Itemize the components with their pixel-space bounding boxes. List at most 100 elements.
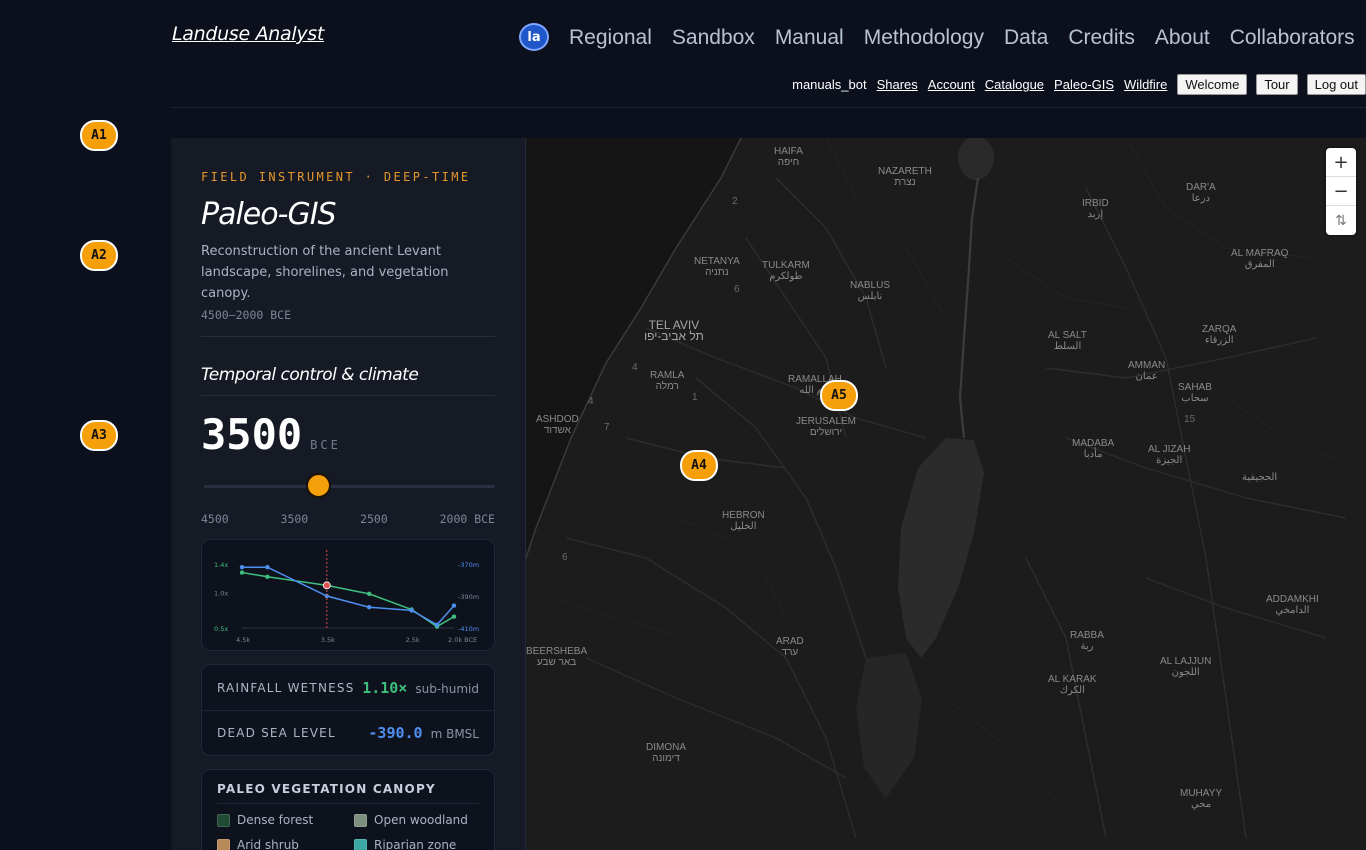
legend-item: Arid shrub [217,838,354,850]
legend-label: Dense forest [237,813,314,827]
place-name: JERUSALEM [796,416,857,427]
zoom-in-button[interactable]: + [1326,148,1356,177]
place-native-name: نابلس [857,291,883,302]
vegetation-title: PALEO VEGETATION CANOPY [217,782,479,804]
legend-swatch [217,813,230,827]
route-number: 1 [692,392,698,403]
place-name: ADDAMKHI [1266,594,1319,605]
route-number: 7 [604,422,610,433]
place-native-name: المفرق [1244,259,1275,270]
app-brand[interactable]: Landuse Analyst [172,23,324,45]
place-label: NABLUS نابلس [850,280,890,302]
zoom-out-button[interactable]: − [1326,177,1356,206]
series-point-1 [409,608,414,613]
place-name: ASHDOD [536,414,579,425]
place-native-name: ערד [781,647,799,658]
marker-a3: A3 [80,420,118,451]
sub-nav: manuals_bot Shares Account Catalogue Pal… [792,74,1366,95]
right-tick-label: -370m [458,561,479,569]
place-native-name: באר שבע [536,657,577,668]
place-native-name: الدامخي [1275,605,1310,616]
place-label: AL LAJJUN اللجون [1160,656,1211,678]
place-name: MUHAYY [1180,788,1223,799]
x-tick-label: 2.0k BCE [448,636,477,644]
place-native-name: مأدبا [1083,449,1103,460]
tick-label: 2000 BCE [439,512,495,526]
slider-track[interactable] [204,485,495,488]
place-name: NABLUS [850,280,891,291]
place-native-name: اللجون [1171,667,1200,678]
place-label: NAZARETH נצרת [878,166,932,188]
welcome-button[interactable]: Welcome [1177,74,1248,95]
logout-button[interactable]: Log out [1306,74,1366,95]
place-native-name: ירושלים [809,427,843,438]
place-native-name: ربة [1080,641,1094,652]
place-native-name: תל אביב-יפו [644,329,704,343]
place-label: AL KARAK الكرك [1048,674,1097,696]
place-name: RAMLA [650,370,685,381]
nav-methodology[interactable]: Methodology [854,26,994,50]
nav-about[interactable]: About [1145,26,1220,50]
stat-rainfall: RAINFALL WETNESS 1.10× sub-humid [202,665,494,710]
place-label: TULKARM طولكرم [762,260,810,282]
place-label: SAHAB سحاب [1178,382,1212,404]
vegetation-legend: Dense forest Open woodland Arid shrub Ripar… [217,813,479,850]
route-number: 4 [588,396,594,407]
marker-a2: A2 [80,240,118,271]
place-native-name: רמלה [655,381,679,392]
paleo-panel: FIELD INSTRUMENT · DEEP-TIME Paleo-GIS R… [171,138,526,850]
place-label: الحجيفية [1242,472,1278,483]
place-label: ZARQA الزرقاء [1202,324,1236,346]
place-label: AL SALT السلط [1048,330,1087,352]
place-native-name: נצרת [894,177,916,188]
marker-a4: A4 [680,450,718,481]
link-wildfire[interactable]: Wildfire [1124,77,1167,92]
nav-regional[interactable]: Regional [559,26,662,50]
legend-label: Arid shrub [237,838,299,850]
place-name: AL LAJJUN [1160,656,1212,667]
tour-button[interactable]: Tour [1256,74,1298,95]
zoom-control: + − ⇅ [1326,148,1356,235]
x-tick-label: 4.5k [236,636,250,644]
right-tick-label: -410m [458,625,479,633]
nav-manual[interactable]: Manual [765,26,854,50]
year-value: 3500 [201,410,303,459]
nav-credits[interactable]: Credits [1058,26,1145,50]
left-tick-label: 0.5x [214,625,228,633]
place-label: NETANYA נתניה [694,256,740,278]
series-line-1 [242,566,455,626]
place-label: ASHDOD אשדוד [536,414,579,436]
nav-sandbox[interactable]: Sandbox [662,26,765,50]
nav-data[interactable]: Data [994,26,1058,50]
year-unit: BCE [310,438,341,452]
stat-value: -390.0 [368,724,423,742]
year-slider[interactable] [201,471,495,501]
place-name: SAHAB [1178,382,1212,393]
stat-label: RAINFALL WETNESS [217,680,355,695]
stat-dead-sea: DEAD SEA LEVEL -390.0 m BMSL [202,710,494,755]
sea-area [526,138,741,558]
place-label: RAMLA רמלה [650,370,684,392]
link-paleo-gis[interactable]: Paleo-GIS [1054,77,1114,92]
place-name: AL SALT [1048,330,1087,341]
place-native-name: سحاب [1181,393,1209,404]
slider-thumb[interactable] [305,473,331,498]
place-label: MUHAYY محي [1180,788,1222,810]
place-label: HAIFA חיפה [774,146,803,168]
map-view[interactable]: HAIFA חיפה NAZARETH נצרת IRBID إربد DAR'A درعا A… [526,138,1366,850]
reset-north-button[interactable]: ⇅ [1326,206,1356,235]
nav-collaborators[interactable]: Collaborators [1220,26,1365,50]
main-nav: Regional Sandbox Manual Methodology Data… [559,26,1365,50]
header-divider [171,107,1366,108]
place-native-name: إربد [1087,209,1104,220]
panel-description: Reconstruction of the ancient Levant lan… [201,244,449,301]
place-name: TULKARM [762,260,810,271]
route-number: 15 [1184,414,1196,425]
place-label: AL JIZAH الجيزة [1148,444,1190,466]
link-shares[interactable]: Shares [877,77,918,92]
place-name: AL JIZAH [1148,444,1191,455]
link-account[interactable]: Account [928,77,975,92]
logo-icon[interactable]: la [519,23,549,51]
place-native-name: נתניה [705,267,729,278]
link-catalogue[interactable]: Catalogue [985,77,1044,92]
